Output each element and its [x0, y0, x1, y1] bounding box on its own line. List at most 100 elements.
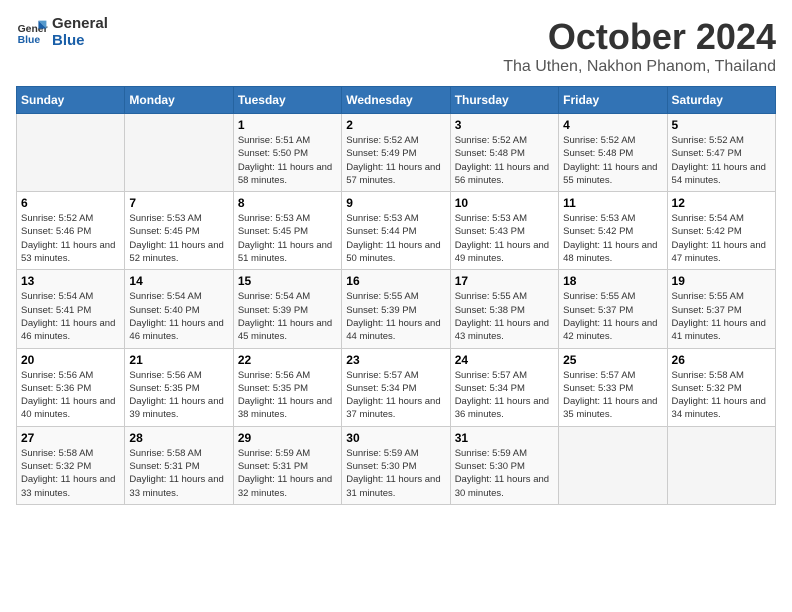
day-number: 13: [21, 274, 120, 288]
calendar-cell: 27 Sunrise: 5:58 AMSunset: 5:32 PMDayligh…: [17, 426, 125, 504]
day-info: Sunrise: 5:53 AMSunset: 5:45 PMDaylight:…: [238, 212, 337, 265]
calendar-cell: 18Sunrise: 5:55 AMSunset: 5:37 PMDayligh…: [559, 270, 667, 348]
calendar-cell: 11 Sunrise: 5:53 AMSunset: 5:42 PMDayligh…: [559, 192, 667, 270]
calendar-cell: 14 Sunrise: 5:54 AMSunset: 5:40 PMDayligh…: [125, 270, 233, 348]
day-info: Sunrise: 5:56 AMSunset: 5:35 PMDaylight:…: [129, 369, 228, 422]
day-number: 3: [455, 118, 554, 132]
calendar-week-row: 20 Sunrise: 5:56 AMSunset: 5:36 PMDayligh…: [17, 348, 776, 426]
calendar-week-row: 6 Sunrise: 5:52 AMSunset: 5:46 PMDaylight…: [17, 192, 776, 270]
calendar-cell: 1 Sunrise: 5:51 AMSunset: 5:50 PMDaylight…: [233, 114, 341, 192]
day-number: 22: [238, 353, 337, 367]
calendar-cell: [17, 114, 125, 192]
day-number: 9: [346, 196, 445, 210]
calendar-title: October 2024: [503, 16, 776, 58]
calendar-table: SundayMondayTuesdayWednesdayThursdayFrid…: [16, 86, 776, 505]
calendar-week-row: 1 Sunrise: 5:51 AMSunset: 5:50 PMDaylight…: [17, 114, 776, 192]
day-info: Sunrise: 5:52 AMSunset: 5:48 PMDaylight:…: [563, 134, 662, 187]
logo: General Blue General Blue: [16, 16, 108, 49]
calendar-cell: 31 Sunrise: 5:59 AMSunset: 5:30 PMDayligh…: [450, 426, 558, 504]
calendar-cell: 25Sunrise: 5:57 AMSunset: 5:33 PMDayligh…: [559, 348, 667, 426]
weekday-header-saturday: Saturday: [667, 87, 775, 114]
day-number: 6: [21, 196, 120, 210]
day-info: Sunrise: 5:53 AMSunset: 5:42 PMDaylight:…: [563, 212, 662, 265]
day-number: 31: [455, 431, 554, 445]
day-info: Sunrise: 5:58 AMSunset: 5:32 PMDaylight:…: [21, 447, 120, 500]
day-number: 12: [672, 196, 771, 210]
day-info: Sunrise: 5:55 AMSunset: 5:38 PMDaylight:…: [455, 290, 554, 343]
day-info: Sunrise: 5:53 AMSunset: 5:44 PMDaylight:…: [346, 212, 445, 265]
day-info: Sunrise: 5:51 AMSunset: 5:50 PMDaylight:…: [238, 134, 337, 187]
day-info: Sunrise: 5:59 AMSunset: 5:30 PMDaylight:…: [346, 447, 445, 500]
day-number: 1: [238, 118, 337, 132]
calendar-cell: 3 Sunrise: 5:52 AMSunset: 5:48 PMDaylight…: [450, 114, 558, 192]
weekday-header-friday: Friday: [559, 87, 667, 114]
day-info: Sunrise: 5:52 AMSunset: 5:46 PMDaylight:…: [21, 212, 120, 265]
calendar-cell: 2Sunrise: 5:52 AMSunset: 5:49 PMDaylight…: [342, 114, 450, 192]
calendar-cell: 17Sunrise: 5:55 AMSunset: 5:38 PMDayligh…: [450, 270, 558, 348]
logo-blue: Blue: [52, 33, 108, 50]
calendar-cell: 10 Sunrise: 5:53 AMSunset: 5:43 PMDayligh…: [450, 192, 558, 270]
day-info: Sunrise: 5:55 AMSunset: 5:39 PMDaylight:…: [346, 290, 445, 343]
day-info: Sunrise: 5:54 AMSunset: 5:40 PMDaylight:…: [129, 290, 228, 343]
weekday-header-sunday: Sunday: [17, 87, 125, 114]
calendar-cell: 15Sunrise: 5:54 AMSunset: 5:39 PMDayligh…: [233, 270, 341, 348]
day-number: 14: [129, 274, 228, 288]
day-info: Sunrise: 5:53 AMSunset: 5:45 PMDaylight:…: [129, 212, 228, 265]
calendar-cell: 20 Sunrise: 5:56 AMSunset: 5:36 PMDayligh…: [17, 348, 125, 426]
calendar-cell: 12Sunrise: 5:54 AMSunset: 5:42 PMDayligh…: [667, 192, 775, 270]
day-info: Sunrise: 5:58 AMSunset: 5:32 PMDaylight:…: [672, 369, 771, 422]
calendar-week-row: 13 Sunrise: 5:54 AMSunset: 5:41 PMDayligh…: [17, 270, 776, 348]
calendar-cell: 6 Sunrise: 5:52 AMSunset: 5:46 PMDaylight…: [17, 192, 125, 270]
day-number: 10: [455, 196, 554, 210]
day-number: 28: [129, 431, 228, 445]
day-number: 19: [672, 274, 771, 288]
weekday-header-wednesday: Wednesday: [342, 87, 450, 114]
day-info: Sunrise: 5:52 AMSunset: 5:47 PMDaylight:…: [672, 134, 771, 187]
day-number: 21: [129, 353, 228, 367]
day-info: Sunrise: 5:57 AMSunset: 5:34 PMDaylight:…: [346, 369, 445, 422]
calendar-cell: 8 Sunrise: 5:53 AMSunset: 5:45 PMDaylight…: [233, 192, 341, 270]
day-info: Sunrise: 5:59 AMSunset: 5:31 PMDaylight:…: [238, 447, 337, 500]
day-info: Sunrise: 5:59 AMSunset: 5:30 PMDaylight:…: [455, 447, 554, 500]
day-number: 11: [563, 196, 662, 210]
day-info: Sunrise: 5:57 AMSunset: 5:34 PMDaylight:…: [455, 369, 554, 422]
day-info: Sunrise: 5:54 AMSunset: 5:41 PMDaylight:…: [21, 290, 120, 343]
calendar-cell: 4 Sunrise: 5:52 AMSunset: 5:48 PMDaylight…: [559, 114, 667, 192]
logo-general: General: [52, 16, 108, 33]
calendar-cell: 21 Sunrise: 5:56 AMSunset: 5:35 PMDayligh…: [125, 348, 233, 426]
day-info: Sunrise: 5:52 AMSunset: 5:48 PMDaylight:…: [455, 134, 554, 187]
logo-icon: General Blue: [16, 19, 48, 47]
svg-text:Blue: Blue: [18, 35, 41, 46]
calendar-cell: [125, 114, 233, 192]
weekday-header-row: SundayMondayTuesdayWednesdayThursdayFrid…: [17, 87, 776, 114]
calendar-cell: 22 Sunrise: 5:56 AMSunset: 5:35 PMDayligh…: [233, 348, 341, 426]
calendar-cell: 23 Sunrise: 5:57 AMSunset: 5:34 PMDayligh…: [342, 348, 450, 426]
weekday-header-thursday: Thursday: [450, 87, 558, 114]
day-info: Sunrise: 5:56 AMSunset: 5:35 PMDaylight:…: [238, 369, 337, 422]
day-info: Sunrise: 5:56 AMSunset: 5:36 PMDaylight:…: [21, 369, 120, 422]
calendar-subtitle: Tha Uthen, Nakhon Phanom, Thailand: [503, 58, 776, 76]
day-number: 20: [21, 353, 120, 367]
day-number: 7: [129, 196, 228, 210]
calendar-cell: [559, 426, 667, 504]
day-number: 30: [346, 431, 445, 445]
day-number: 23: [346, 353, 445, 367]
day-number: 2: [346, 118, 445, 132]
calendar-cell: 28 Sunrise: 5:58 AMSunset: 5:31 PMDayligh…: [125, 426, 233, 504]
day-number: 26: [672, 353, 771, 367]
day-number: 4: [563, 118, 662, 132]
day-info: Sunrise: 5:53 AMSunset: 5:43 PMDaylight:…: [455, 212, 554, 265]
day-number: 29: [238, 431, 337, 445]
calendar-cell: 24Sunrise: 5:57 AMSunset: 5:34 PMDayligh…: [450, 348, 558, 426]
day-info: Sunrise: 5:58 AMSunset: 5:31 PMDaylight:…: [129, 447, 228, 500]
day-number: 8: [238, 196, 337, 210]
day-number: 18: [563, 274, 662, 288]
calendar-cell: 5Sunrise: 5:52 AMSunset: 5:47 PMDaylight…: [667, 114, 775, 192]
day-number: 27: [21, 431, 120, 445]
calendar-cell: 30 Sunrise: 5:59 AMSunset: 5:30 PMDayligh…: [342, 426, 450, 504]
calendar-cell: 16Sunrise: 5:55 AMSunset: 5:39 PMDayligh…: [342, 270, 450, 348]
day-number: 25: [563, 353, 662, 367]
weekday-header-tuesday: Tuesday: [233, 87, 341, 114]
weekday-header-monday: Monday: [125, 87, 233, 114]
day-info: Sunrise: 5:54 AMSunset: 5:39 PMDaylight:…: [238, 290, 337, 343]
